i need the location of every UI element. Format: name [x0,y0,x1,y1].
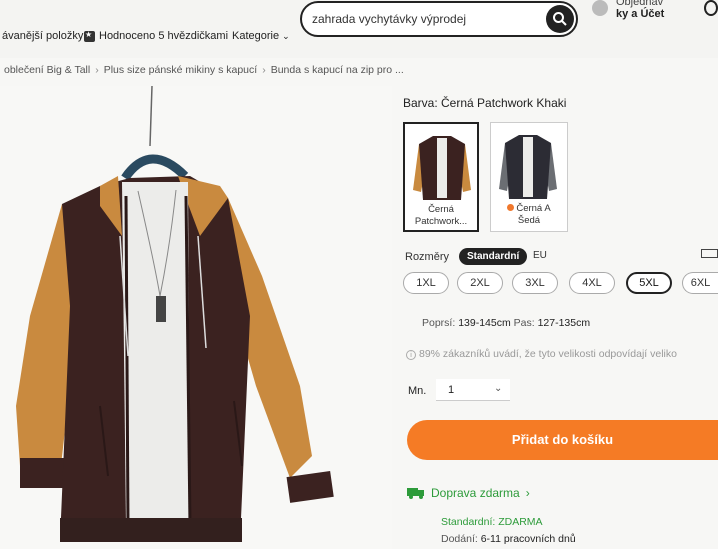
swatch-caption-line: Patchwork... [414,216,468,227]
account-line2: ky a Účet [616,8,665,20]
breadcrumb-item[interactable]: oblečení Big & Tall [4,64,90,76]
tab-size-eu[interactable]: EU [533,250,547,261]
user-icon [592,0,608,16]
chevron-down-icon: ⌄ [282,31,290,41]
star-rating-icon [84,30,95,42]
jacket-illustration [16,85,334,542]
swatch-thumbnail [413,136,471,200]
swatch-caption: Černá Patchwork... [405,204,477,228]
swatch-thumbnail [499,135,557,199]
chevron-down-icon: ⌄ [494,383,503,394]
truck-icon [407,487,425,499]
add-to-cart-button[interactable]: Přidat do košíku [407,420,718,460]
info-icon: i [406,350,416,360]
fit-note: i 89% zákazníků uvádí, že tyto velikosti … [406,348,677,360]
nav-link-favorites[interactable]: ávanější položky [2,30,83,42]
color-swatch-black-grey[interactable]: Černá A Šedá [490,122,568,232]
size-option-6xl[interactable]: 6XL [682,272,718,294]
size-guide-icon[interactable] [701,249,718,258]
hot-dot-icon [507,204,515,211]
breadcrumb-item: Bunda s kapucí na zip pro ... [270,64,404,76]
delivery-label: Dodání: [441,533,478,545]
nav-link-categories-label: Kategorie [232,30,280,42]
breadcrumb-separator: › [95,64,99,76]
search-button[interactable] [546,5,574,33]
measure-chest-label: Poprsí: [422,317,456,329]
nav-link-categories[interactable]: Kategorie ⌄ [232,30,290,42]
quantity-label: Mn. [408,385,427,397]
size-option-5xl[interactable]: 5XL [626,272,672,294]
chevron-right-icon: › [525,486,530,500]
swatch-caption: Černá A Šedá [491,203,567,227]
quantity-select[interactable]: 1 ⌄ [436,379,510,401]
swatch-caption-line: Černá [428,204,454,215]
size-option-1xl[interactable]: 1XL [403,272,449,294]
measure-waist-value: 127-135cm [537,317,591,329]
breadcrumb-item[interactable]: Plus size pánské mikiny s kapucí [104,64,257,76]
size-option-2xl[interactable]: 2XL [457,272,503,294]
shipping-delivery: Dodání: 6-11 pracovních dnů [441,533,576,545]
measure-waist-label: Pas: [513,317,535,329]
free-shipping-link[interactable]: Doprava zdarma › [407,486,530,500]
measure-chest-value: 139-145cm [458,317,511,329]
fit-note-text: 89% zákazníků uvádí, že tyto velikosti o… [419,348,677,360]
nav-link-top-rated[interactable]: Hodnoceno 5 hvězdičkami [84,30,228,42]
product-image[interactable] [0,85,392,549]
search-bar[interactable]: zahrada vychytávky výprodej [300,1,578,37]
support-icon[interactable] [704,0,718,16]
size-measurements: Poprsí: 139-145cm Pas: 127-135cm [422,317,590,329]
account-line1: Objednáv [616,0,664,8]
nav-link-top-rated-label: Hodnoceno 5 hvězdičkami [99,30,229,42]
delivery-value: 6-11 pracovních dnů [480,533,576,545]
top-header: ávanější položky Hodnoceno 5 hvězdičkami… [0,0,718,58]
size-label: Rozměry [405,251,450,263]
size-option-4xl[interactable]: 4XL [569,272,615,294]
quantity-value: 1 [448,384,455,396]
shipping-title: Doprava zdarma [431,486,520,500]
search-icon [553,12,567,26]
swatch-caption-line: Černá A [491,203,567,215]
breadcrumb: oblečení Big & Tall › Plus size pánské mik… [4,64,404,76]
swatch-caption-line: Šedá [517,215,541,226]
shipping-standard: Standardní: ZDARMA [441,516,543,528]
search-input[interactable]: zahrada vychytávky výprodej [312,12,466,26]
size-option-3xl[interactable]: 3XL [512,272,558,294]
breadcrumb-separator: › [262,64,266,76]
color-swatch-black-khaki[interactable]: Černá Patchwork... [403,122,479,232]
swatch-caption-text: Černá A [516,203,551,214]
tab-size-standard[interactable]: Standardní [459,248,528,265]
color-label: Barva: Černá Patchwork Khaki [403,96,567,110]
